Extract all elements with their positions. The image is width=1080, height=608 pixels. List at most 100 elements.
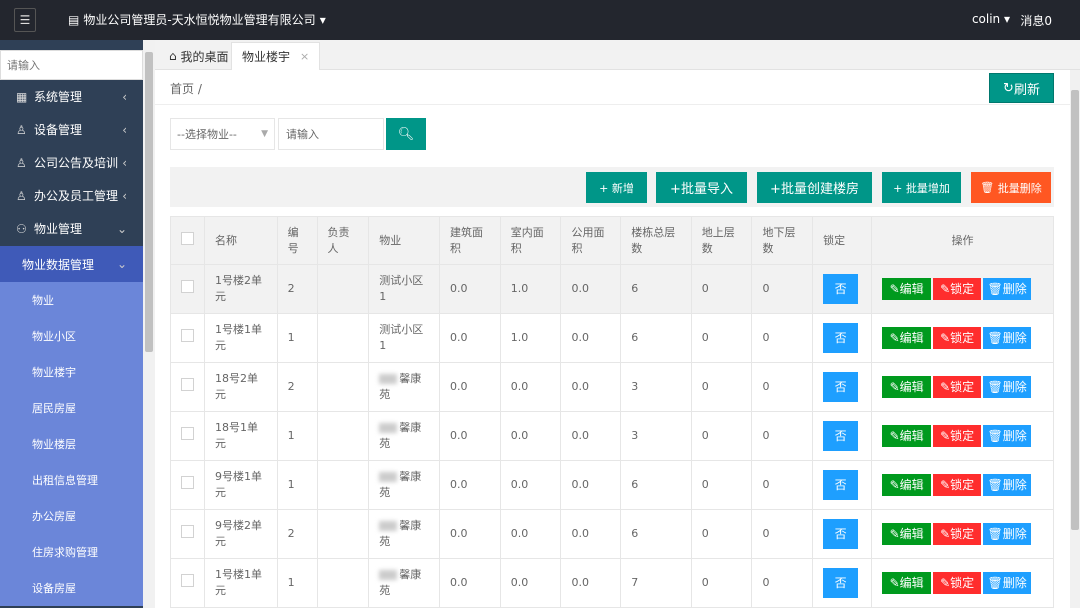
tab-my-desktop[interactable]: ⌂ 我的桌面 [159, 42, 238, 70]
cell-below-floors: 0 [751, 313, 814, 363]
row-select-cell[interactable] [170, 264, 205, 314]
sidebar-subitem[interactable]: 居民房屋 [0, 390, 143, 426]
sidebar-search-input[interactable] [0, 50, 143, 80]
row-select-cell[interactable] [170, 411, 205, 461]
breadcrumb[interactable]: 首页 / [170, 80, 202, 97]
cell-public-area: 0.0 [560, 362, 622, 412]
scrollbar-thumb[interactable] [145, 52, 153, 352]
messages-link[interactable]: 消息0 [1020, 12, 1052, 29]
lock-status-button[interactable]: 否 [823, 274, 859, 304]
batch-add-button[interactable]: + 批量增加 [882, 172, 961, 203]
refresh-button[interactable]: ↻ 刷新 [989, 73, 1054, 103]
lock-status-button[interactable]: 否 [823, 568, 859, 598]
redacted-text [379, 374, 398, 384]
cell-owner [316, 411, 370, 461]
sidebar-item-system[interactable]: ▦ 系统管理 ‹ [0, 80, 143, 113]
search-input[interactable]: 请输入 [278, 118, 384, 150]
row-checkbox[interactable] [181, 280, 194, 293]
row-checkbox[interactable] [181, 476, 194, 489]
table-row[interactable]: 9号楼1单元 1 馨康苑 0.0 0.0 0.0 6 0 0 否 ✎ 编辑 ✎ 锁定 🗑︎ 删除 [170, 460, 1054, 510]
edit-button[interactable]: ✎ 编辑 [882, 376, 932, 398]
lock-button[interactable]: ✎ 锁定 [933, 523, 982, 545]
lock-button[interactable]: ✎ 锁定 [933, 425, 982, 447]
page-scrollbar[interactable] [1070, 70, 1080, 608]
edit-button[interactable]: ✎ 编辑 [882, 572, 932, 594]
delete-button[interactable]: 🗑︎ 删除 [983, 278, 1032, 300]
table-row[interactable]: 1号楼1单元 1 测试小区1 0.0 1.0 0.0 6 0 0 否 ✎ 编辑 ✎ 锁定 🗑︎ 删除 [170, 313, 1054, 363]
property-select[interactable]: --选择物业-- ▼ [170, 118, 275, 150]
sidebar-subitem[interactable]: 办公房屋 [0, 498, 143, 534]
select-all-checkbox[interactable] [181, 231, 194, 245]
row-select-cell[interactable] [170, 509, 205, 559]
pencil-icon: ✎ [889, 478, 900, 492]
row-select-cell[interactable] [170, 313, 205, 363]
cell-property: 馨康苑 [368, 411, 440, 461]
batch-delete-button[interactable]: 🗑︎ 批量删除 [971, 172, 1051, 203]
delete-button[interactable]: 🗑︎ 删除 [983, 327, 1032, 349]
sidebar-item-office[interactable]: ♙ 办公及员工管理 ‹ [0, 179, 143, 212]
sidebar-subitem[interactable]: 住房求购管理 [0, 534, 143, 570]
sidebar-subitem[interactable]: 设备房屋 [0, 570, 143, 606]
edit-button[interactable]: ✎ 编辑 [882, 327, 932, 349]
row-checkbox[interactable] [181, 329, 194, 342]
cell-owner [316, 264, 370, 314]
row-select-cell[interactable] [170, 460, 205, 510]
lock-button[interactable]: ✎ 锁定 [933, 572, 982, 594]
sidebar-item-devices[interactable]: ♙ 设备管理 ‹ [0, 113, 143, 146]
tab-property-buildings[interactable]: 物业楼宇 × [231, 42, 321, 70]
row-checkbox[interactable] [181, 427, 194, 440]
select-all-cell[interactable] [170, 216, 205, 265]
add-button[interactable]: + 新增 [586, 172, 647, 203]
sidebar-item-property[interactable]: ⚇ 物业管理 ⌄ [0, 212, 143, 245]
lock-button[interactable]: ✎ 锁定 [933, 474, 982, 496]
sidebar-subitem[interactable]: 物业 [0, 282, 143, 318]
delete-button[interactable]: 🗑︎ 删除 [983, 572, 1032, 594]
table-row[interactable]: 1号楼2单元 2 测试小区1 0.0 1.0 0.0 6 0 0 否 ✎ 编辑 ✎ 锁定 🗑︎ 删除 [170, 264, 1054, 314]
delete-button[interactable]: 🗑︎ 删除 [983, 474, 1032, 496]
sidebar-subitem[interactable]: 出租信息管理 [0, 462, 143, 498]
lock-button[interactable]: ✎ 锁定 [933, 376, 982, 398]
close-icon[interactable]: × [300, 50, 309, 63]
edit-button[interactable]: ✎ 编辑 [882, 474, 932, 496]
edit-button[interactable]: ✎ 编辑 [882, 425, 932, 447]
scrollbar-thumb[interactable] [1071, 90, 1079, 530]
row-select-cell[interactable] [170, 362, 205, 412]
delete-button[interactable]: 🗑︎ 删除 [983, 425, 1032, 447]
sidebar-item-announcements[interactable]: ♙ 公司公告及培训 ‹ [0, 146, 143, 179]
cell-actions: ✎ 编辑 ✎ 锁定 🗑︎ 删除 [871, 362, 1054, 412]
menu-toggle-icon[interactable]: ☰ [14, 8, 36, 32]
edit-button[interactable]: ✎ 编辑 [882, 523, 932, 545]
row-checkbox[interactable] [181, 574, 194, 587]
edit-button[interactable]: ✎ 编辑 [882, 278, 932, 300]
cell-below-floors: 0 [751, 362, 814, 412]
sidebar-subitem[interactable]: 物业楼宇 [0, 354, 143, 390]
lock-button[interactable]: ✎ 锁定 [933, 278, 982, 300]
delete-button[interactable]: 🗑︎ 删除 [983, 376, 1032, 398]
sidebar-scrollbar[interactable] [143, 40, 155, 608]
table-row[interactable]: 9号楼2单元 2 馨康苑 0.0 0.0 0.0 6 0 0 否 ✎ 编辑 ✎ 锁定 🗑︎ 删除 [170, 509, 1054, 559]
user-menu[interactable]: colin ▾ [972, 12, 1010, 26]
cell-indoor-area: 0.0 [499, 362, 562, 412]
sidebar-subitem[interactable]: 物业小区 [0, 318, 143, 354]
row-checkbox[interactable] [181, 525, 194, 538]
lock-status-button[interactable]: 否 [823, 470, 859, 500]
sidebar-item-property-data[interactable]: 物业数据管理 ⌄ [0, 246, 143, 282]
batch-import-button[interactable]: +批量导入 [656, 172, 747, 203]
company-selector[interactable]: ▤ 物业公司管理员-天水恒悦物业管理有限公司 ▾ [68, 11, 326, 28]
lock-status-button[interactable]: 否 [823, 519, 859, 549]
row-checkbox[interactable] [181, 378, 194, 391]
lock-status-button[interactable]: 否 [823, 372, 859, 402]
row-select-cell[interactable] [170, 558, 205, 608]
lock-status-button[interactable]: 否 [823, 323, 859, 353]
sidebar-subitem[interactable]: 物业楼层 [0, 426, 143, 462]
cell-building-area: 0.0 [438, 460, 501, 510]
search-button[interactable]: 🔍︎ [386, 118, 426, 150]
cell-public-area: 0.0 [560, 558, 622, 608]
lock-status-button[interactable]: 否 [823, 421, 859, 451]
table-row[interactable]: 18号2单元 2 馨康苑 0.0 0.0 0.0 3 0 0 否 ✎ 编辑 ✎ 锁定 🗑︎ 删除 [170, 362, 1054, 412]
batch-create-button[interactable]: +批量创建楼房 [757, 172, 872, 203]
table-row[interactable]: 1号楼1单元 1 馨康苑 0.0 0.0 0.0 7 0 0 否 ✎ 编辑 ✎ 锁定 🗑︎ 删除 [170, 558, 1054, 608]
table-row[interactable]: 18号1单元 1 馨康苑 0.0 0.0 0.0 3 0 0 否 ✎ 编辑 ✎ 锁定 🗑︎ 删除 [170, 411, 1054, 461]
delete-button[interactable]: 🗑︎ 删除 [983, 523, 1032, 545]
lock-button[interactable]: ✎ 锁定 [933, 327, 982, 349]
